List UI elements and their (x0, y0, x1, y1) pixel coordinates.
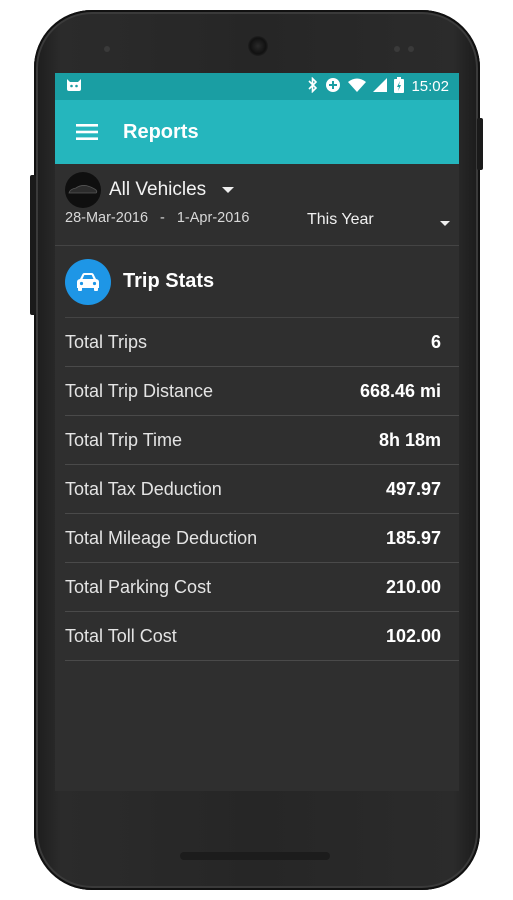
stat-row-total-trips: Total Trips 6 (65, 318, 459, 367)
vehicle-selector[interactable]: All Vehicles (65, 172, 449, 208)
status-bar: 15:02 (55, 73, 459, 100)
power-button (477, 118, 483, 170)
vehicle-name: All Vehicles (109, 179, 207, 200)
wifi-icon (348, 78, 367, 95)
period-selector[interactable]: This Year (307, 211, 374, 229)
date-from: 28-Mar-2016 (65, 210, 149, 226)
clock: 15:02 (411, 78, 449, 95)
sensor-dot (408, 46, 414, 52)
stat-value: 185.97 (385, 527, 441, 548)
stat-value: 102.00 (385, 625, 441, 646)
car-silhouette-icon (68, 185, 98, 194)
chevron-down-icon[interactable] (440, 221, 450, 226)
stat-row-total-tax-deduction: Total Tax Deduction 497.97 (65, 465, 459, 514)
sync-icon (325, 77, 341, 96)
sensor-dot (104, 46, 110, 52)
stat-row-total-mileage-deduction: Total Mileage Deduction 185.97 (65, 514, 459, 563)
signal-icon (373, 78, 388, 95)
page-title: Reports (123, 120, 199, 143)
stat-label: Total Trip Time (65, 429, 183, 450)
app-bar: Reports (55, 100, 459, 164)
date-range[interactable]: 28-Mar-2016 - 1-Apr-2016 (65, 210, 449, 226)
car-avatar (65, 172, 101, 208)
battery-charging-icon (394, 77, 405, 96)
bottom-speaker (180, 852, 330, 860)
stat-value: 210.00 (385, 576, 441, 597)
date-separator: - (160, 210, 165, 226)
hamburger-menu-icon (76, 124, 98, 140)
stat-value: 6 (430, 331, 441, 352)
stat-row-total-toll-cost: Total Toll Cost 102.00 (65, 612, 459, 661)
report-filter: All Vehicles 28-Mar-2016 - 1-Apr-2016 Th… (55, 164, 459, 246)
stat-value: 8h 18m (378, 429, 441, 450)
stat-label: Total Trips (65, 331, 148, 352)
stat-row-total-trip-time: Total Trip Time 8h 18m (65, 416, 459, 465)
stat-value: 497.97 (385, 478, 441, 499)
trip-stats-header: Trip Stats (65, 246, 459, 318)
stat-label: Total Trip Distance (65, 380, 214, 401)
bluetooth-icon (308, 76, 318, 96)
stat-value: 668.46 mi (359, 380, 441, 401)
menu-button[interactable] (75, 120, 99, 144)
stat-row-total-parking-cost: Total Parking Cost 210.00 (65, 563, 459, 612)
stat-label: Total Tax Deduction (65, 478, 222, 499)
chevron-down-icon (222, 187, 235, 193)
stat-label: Total Toll Cost (65, 625, 177, 646)
app-screen: 15:02 Reports All Vehicles 28-Mar-2016 -… (55, 73, 459, 791)
stat-row-total-trip-distance: Total Trip Distance 668.46 mi (65, 367, 459, 416)
sensor-dot (394, 46, 400, 52)
stat-label: Total Mileage Deduction (65, 527, 258, 548)
volume-button (30, 175, 36, 315)
stat-label: Total Parking Cost (65, 576, 212, 597)
date-to: 1-Apr-2016 (176, 210, 250, 226)
car-icon (65, 258, 111, 305)
android-cat-icon (65, 78, 83, 95)
section-title: Trip Stats (123, 270, 215, 292)
stats-list: Total Trips 6 Total Trip Distance 668.46… (65, 318, 459, 661)
front-camera (248, 36, 268, 56)
